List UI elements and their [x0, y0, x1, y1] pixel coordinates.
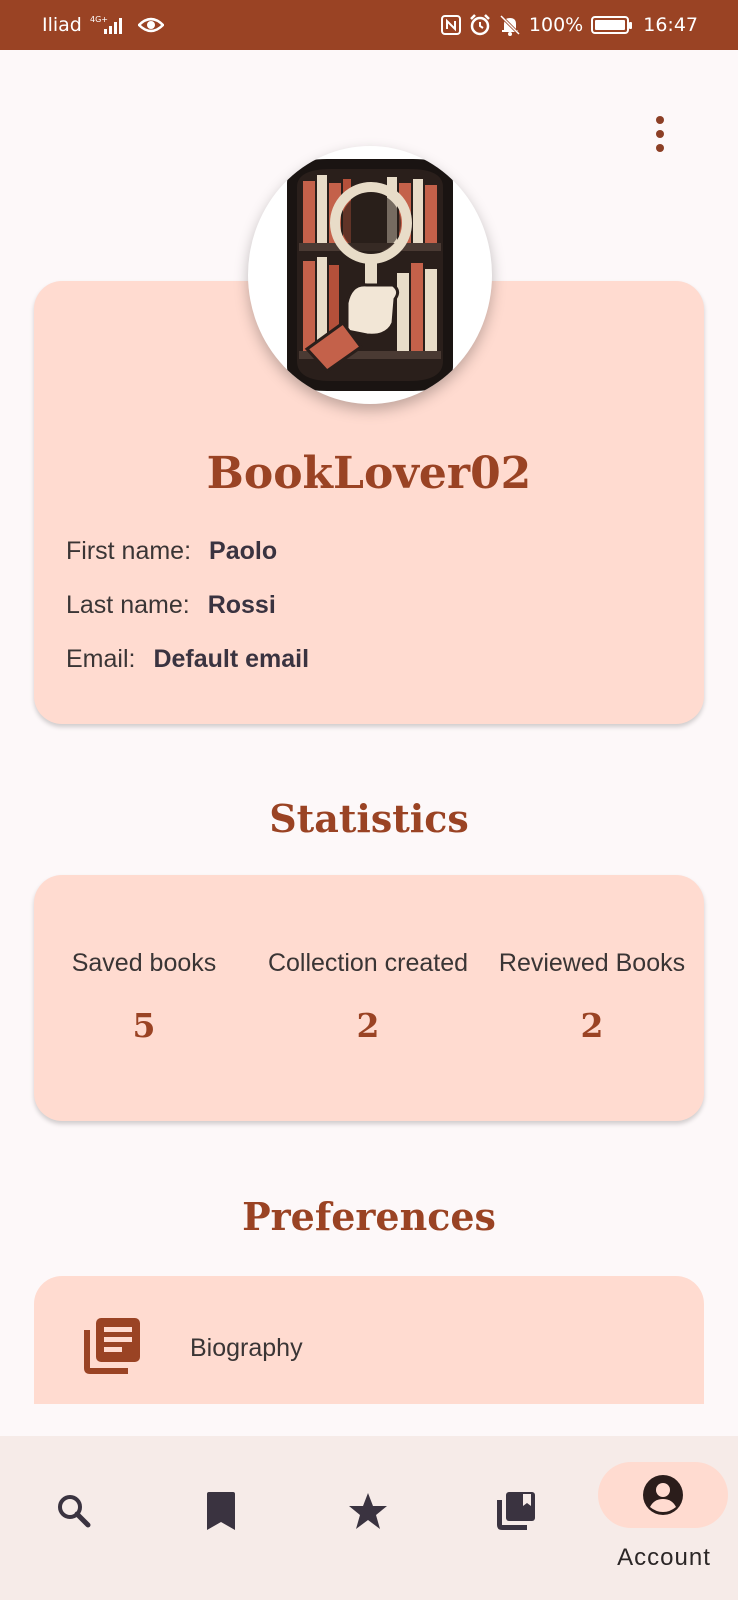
stat-collection-created: Collection created 2: [258, 949, 478, 1045]
signal-icon: 4G+: [90, 14, 130, 36]
last-name-row: Last name: Rossi: [66, 591, 276, 620]
status-left: Iliad 4G+: [42, 14, 164, 36]
email-label: Email:: [66, 645, 136, 673]
stat-label: Collection created: [267, 949, 469, 977]
nav-search[interactable]: [34, 1476, 114, 1546]
preference-label: Biography: [190, 1334, 303, 1362]
battery-icon: [591, 16, 633, 34]
nav-account-label[interactable]: Account: [594, 1544, 734, 1572]
first-name-label: First name:: [66, 537, 192, 565]
stat-saved-books: Saved books 5: [34, 949, 254, 1045]
account-icon: [643, 1475, 683, 1515]
more-options-icon[interactable]: [640, 112, 680, 156]
nfc-icon: [440, 15, 461, 35]
preferences-title: Preferences: [242, 1194, 496, 1239]
stat-reviewed-books: Reviewed Books 2: [482, 949, 702, 1045]
carrier-name: Iliad: [42, 14, 82, 36]
library-books-icon: [80, 1316, 142, 1378]
stat-value: 2: [580, 1006, 604, 1045]
nav-collections[interactable]: [476, 1476, 556, 1546]
collections-icon: [497, 1492, 535, 1530]
avatar[interactable]: [248, 146, 492, 404]
alarm-icon: [469, 14, 491, 36]
clock: 16:47: [643, 14, 698, 36]
eye-icon: [137, 16, 164, 34]
status-right: 100% 16:47: [440, 14, 698, 36]
last-name-value: Rossi: [207, 591, 276, 619]
email-value: Default email: [153, 645, 310, 673]
bookmark-icon: [207, 1492, 235, 1530]
search-icon: [58, 1495, 91, 1528]
stat-value: 5: [132, 1006, 156, 1045]
nav-account[interactable]: [598, 1462, 728, 1528]
stat-label: Reviewed Books: [498, 949, 686, 977]
mute-bell-icon: [499, 14, 521, 36]
stat-value: 2: [356, 1006, 380, 1045]
battery-percent: 100%: [528, 14, 584, 36]
status-bar: Iliad 4G+ 100% 16:47: [0, 0, 738, 50]
network-type: 4G+: [90, 15, 108, 24]
stat-label: Saved books: [71, 949, 217, 977]
bottom-navigation: Account: [0, 1436, 738, 1600]
first-name-row: First name: Paolo: [66, 537, 277, 566]
star-icon: [349, 1493, 387, 1529]
last-name-label: Last name:: [66, 591, 190, 619]
nav-favorites[interactable]: [328, 1476, 408, 1546]
statistics-card: Saved books 5 Collection created 2 Revie…: [34, 875, 704, 1121]
preference-item-biography[interactable]: Biography: [34, 1276, 704, 1404]
nav-bookmarks[interactable]: [181, 1476, 261, 1546]
email-row: Email: Default email: [66, 645, 309, 674]
first-name-value: Paolo: [209, 537, 278, 565]
username: BookLover02: [206, 448, 532, 499]
statistics-title: Statistics: [269, 796, 469, 841]
bookshelf-magnifier-icon: [287, 159, 453, 391]
